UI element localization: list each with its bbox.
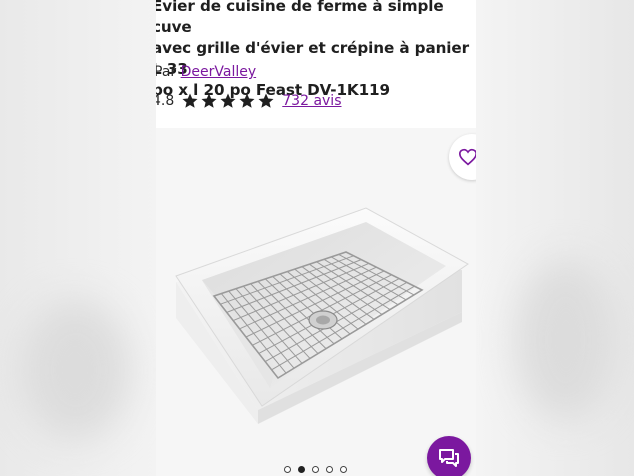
product-page: Évier de cuisine de ferme à simple cuve … bbox=[156, 0, 476, 476]
background-blur bbox=[20, 300, 130, 440]
chat-bubbles-icon bbox=[439, 449, 459, 467]
rating-row: 4.8 732 avis bbox=[156, 90, 342, 112]
by-prefix: Par bbox=[156, 64, 177, 80]
background-blur bbox=[516, 260, 616, 420]
gallery-dot[interactable] bbox=[340, 466, 347, 473]
blurred-background-right bbox=[476, 0, 634, 476]
star-icon bbox=[182, 93, 198, 108]
rating-stars bbox=[181, 92, 275, 110]
gallery-pagination bbox=[284, 466, 347, 473]
gallery-dot[interactable] bbox=[312, 466, 319, 473]
product-title: Évier de cuisine de ferme à simple cuve … bbox=[156, 0, 472, 101]
star-icon bbox=[201, 93, 217, 108]
heart-outline-icon bbox=[458, 148, 476, 166]
star-icon bbox=[239, 93, 255, 108]
brand-byline: Par DeerValley bbox=[156, 64, 256, 80]
product-title-line: Évier de cuisine de ferme à simple cuve bbox=[156, 0, 444, 36]
gallery-dot[interactable] bbox=[284, 466, 291, 473]
rating-value: 4.8 bbox=[156, 93, 175, 109]
chat-button[interactable] bbox=[427, 436, 471, 476]
star-icon bbox=[220, 93, 236, 108]
reviews-link[interactable]: 732 avis bbox=[282, 93, 341, 109]
star-icon bbox=[258, 93, 274, 108]
blurred-background-left bbox=[0, 0, 156, 476]
gallery-dot[interactable] bbox=[326, 466, 333, 473]
gallery-dot[interactable] bbox=[298, 466, 305, 473]
brand-link[interactable]: DeerValley bbox=[181, 64, 257, 80]
product-image-sink bbox=[175, 207, 469, 424]
